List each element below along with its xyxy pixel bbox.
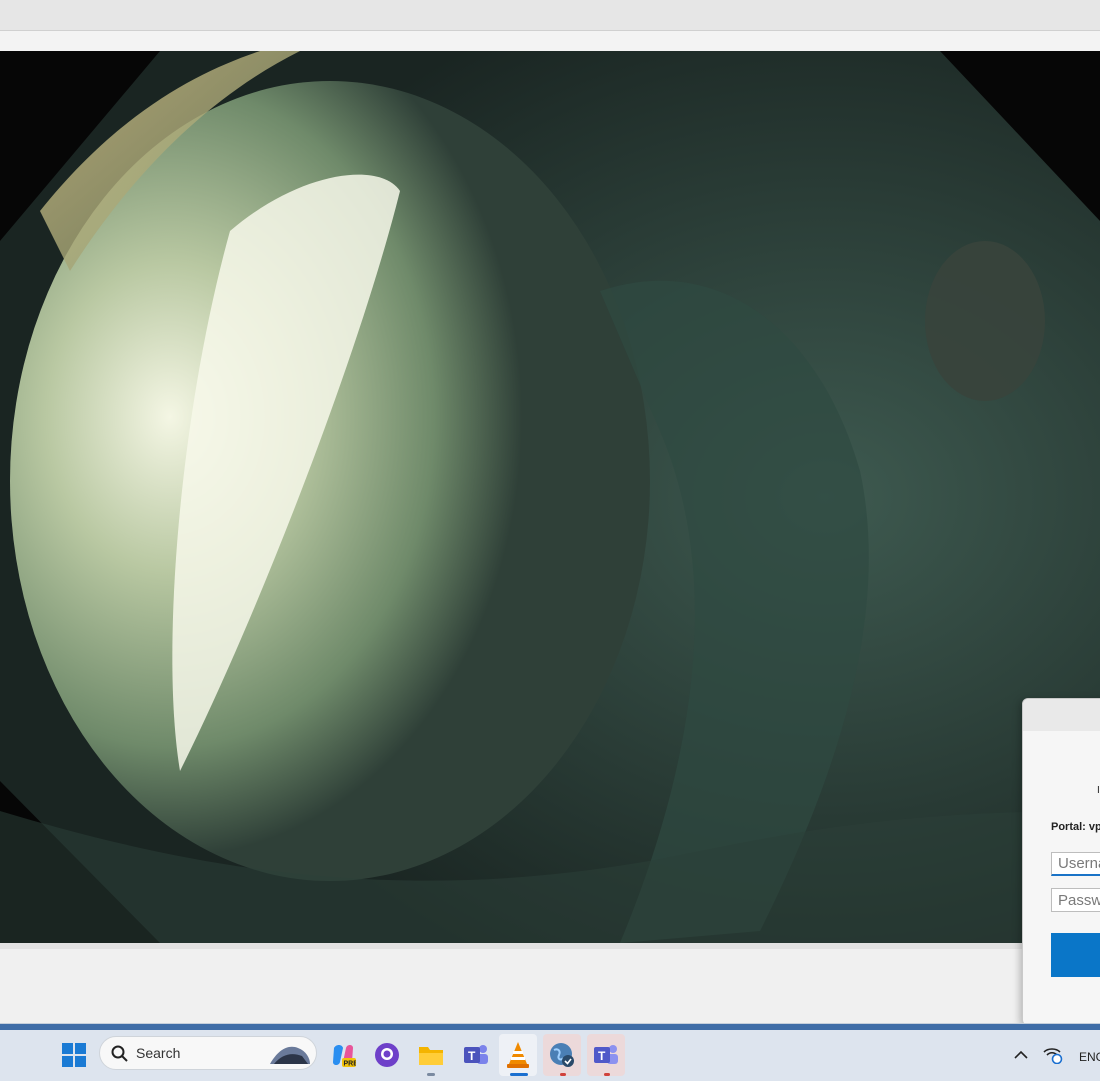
window-toolbar: [0, 31, 1100, 51]
explorer-running-indicator: [427, 1073, 435, 1076]
window-title-bar: [0, 0, 1100, 31]
chevron-up-icon[interactable]: [1007, 1041, 1035, 1069]
connect-button[interactable]: [1051, 933, 1100, 977]
endoscope-video-frame: [0, 51, 1100, 943]
teams-alert-indicator: [604, 1073, 610, 1076]
teams-icon[interactable]: T: [462, 1041, 490, 1069]
svg-text:PRE: PRE: [344, 1061, 357, 1068]
dialog-title-bar: [1023, 699, 1100, 731]
search-highlight-icon: [270, 1046, 310, 1064]
network-sync-icon[interactable]: [1039, 1041, 1067, 1069]
vlc-active-indicator: [510, 1073, 528, 1076]
vlc-icon[interactable]: [504, 1041, 532, 1069]
svg-text:T: T: [598, 1049, 606, 1063]
vpn-alert-indicator: [560, 1073, 566, 1076]
file-explorer-icon[interactable]: [417, 1041, 445, 1069]
video-viewport[interactable]: [0, 51, 1100, 943]
vpn-login-dialog: I Portal: vp: [1022, 698, 1100, 1026]
username-input[interactable]: [1051, 852, 1100, 876]
taskbar-search-box[interactable]: Search: [99, 1036, 317, 1070]
search-placeholder: Search: [136, 1045, 181, 1061]
taskbar-accent-stripe: [0, 1024, 1100, 1030]
player-controls-bar: [0, 943, 1100, 1023]
password-input[interactable]: [1051, 888, 1100, 912]
copilot-icon[interactable]: PRE: [329, 1041, 357, 1069]
github-desktop-icon[interactable]: [373, 1041, 401, 1069]
vpn-globe-icon[interactable]: [548, 1041, 576, 1069]
windows-start-icon[interactable]: [60, 1041, 88, 1069]
svg-text:T: T: [468, 1049, 476, 1063]
taskbar: Search PRE T T ENG: [0, 1023, 1100, 1081]
teams-new-icon[interactable]: T: [592, 1041, 620, 1069]
language-indicator[interactable]: ENG: [1079, 1050, 1100, 1064]
search-icon: [111, 1045, 128, 1062]
dialog-heading-fragment: I: [1097, 785, 1100, 796]
portal-label: Portal: vp: [1051, 821, 1100, 833]
